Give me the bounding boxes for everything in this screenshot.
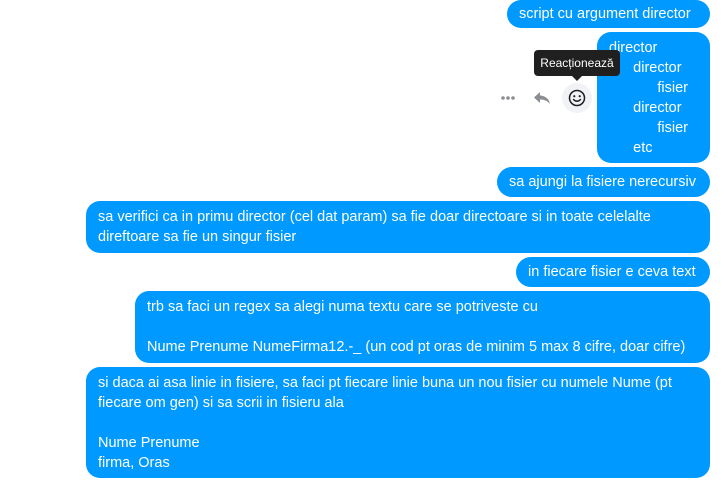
message-bubble[interactable]: si daca ai asa linie in fisiere, sa faci…: [86, 367, 710, 478]
message-text: etc: [609, 140, 653, 156]
message-text: trb sa faci un regex sa alegi numa textu…: [147, 299, 538, 315]
message-text: si daca ai asa linie in fisiere, sa faci…: [98, 375, 672, 391]
message-text: [98, 413, 698, 433]
message-text: fisier: [609, 80, 688, 96]
message-bubble[interactable]: script cu argument director: [507, 0, 710, 28]
message-text: script cu argument director: [519, 6, 691, 22]
smiley-icon: [568, 89, 586, 107]
message-bubble[interactable]: trb sa faci un regex sa alegi numa textu…: [135, 291, 710, 363]
message-bubble[interactable]: in fiecare fisier e ceva text: [516, 257, 710, 287]
message-text: [147, 317, 698, 337]
reply-button[interactable]: [530, 86, 554, 110]
message-text: director: [609, 60, 682, 76]
message-text: fisier: [609, 120, 688, 136]
message-text: Nume Prenume: [98, 435, 200, 451]
message-bubble[interactable]: sa ajungi la fisiere nerecursiv: [497, 167, 710, 197]
message-text: Nume Prenume NumeFirma12.-_ (un cod pt o…: [147, 339, 686, 355]
message-text: in fiecare fisier e ceva text: [528, 264, 696, 280]
more-options-button[interactable]: [498, 88, 518, 108]
message-text: sa ajungi la fisiere nerecursiv: [509, 174, 696, 190]
reply-icon: [534, 92, 550, 104]
message-text: director: [609, 40, 658, 56]
message-text: sa verifici ca in primu director (cel da…: [98, 209, 651, 225]
message-text: fiecare om gen) si sa scrii in fisieru a…: [98, 395, 344, 411]
message-text: direftoare sa fie un singur fisier: [98, 229, 297, 245]
react-tooltip: Reacționează: [534, 50, 620, 81]
message-text: firma, Oras: [98, 455, 170, 471]
message-text: director: [609, 100, 682, 116]
more-icon: [501, 96, 515, 100]
message-bubble[interactable]: sa verifici ca in primu director (cel da…: [86, 201, 710, 253]
react-button[interactable]: [562, 83, 592, 113]
